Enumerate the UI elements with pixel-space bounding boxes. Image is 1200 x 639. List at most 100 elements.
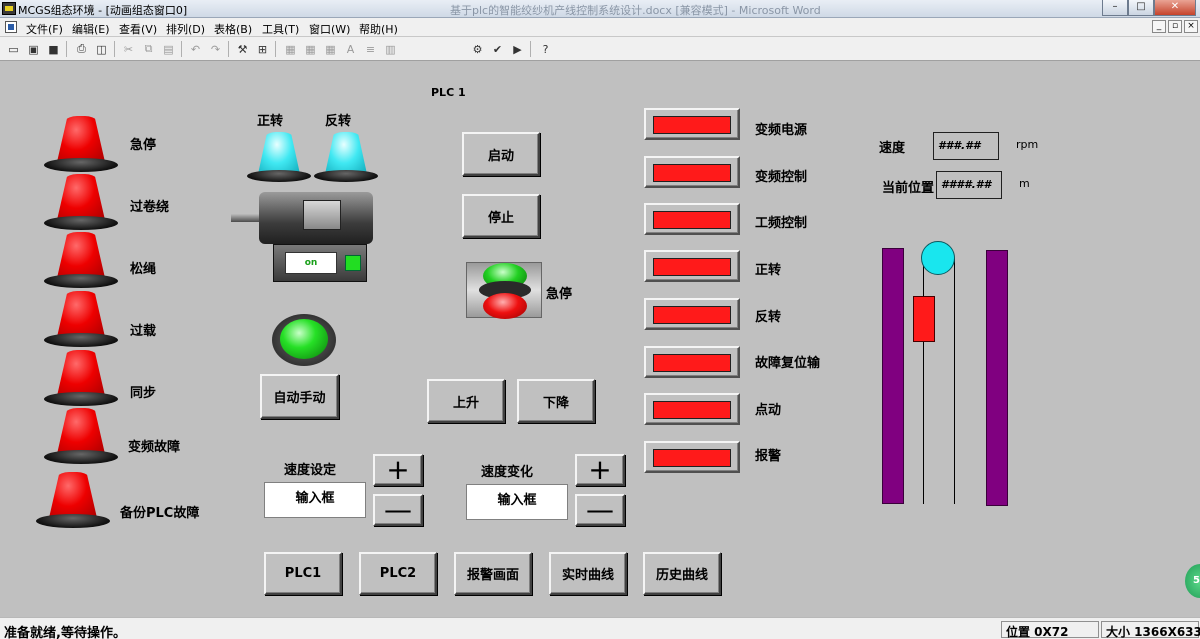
- document-icon[interactable]: [5, 21, 17, 33]
- status-bar: 准备就绪,等待操作。 位置 0X72 大小 1366X633: [0, 617, 1200, 639]
- mcgs-app-icon: [2, 2, 16, 15]
- menu-tools[interactable]: 工具(T): [262, 21, 299, 37]
- line-style-icon[interactable]: ≡: [362, 41, 379, 57]
- save-icon[interactable]: ■: [45, 41, 62, 57]
- indicator-jog: [644, 393, 740, 425]
- indicator-line-freq-control: [644, 203, 740, 235]
- close-button[interactable]: ✕: [1154, 0, 1196, 16]
- speed-change-label: 速度变化: [481, 465, 534, 480]
- undo-icon[interactable]: ↶: [187, 41, 204, 57]
- status-position: 位置 0X72: [1001, 621, 1099, 639]
- alarm-label-overwind: 过卷绕: [130, 200, 170, 215]
- indicator-label-jog: 点动: [755, 403, 782, 418]
- nav-history-curve-button[interactable]: 历史曲线: [643, 552, 721, 595]
- menu-view[interactable]: 查看(V): [119, 21, 157, 37]
- down-button[interactable]: 下降: [517, 379, 595, 423]
- alarm-lamp-vfd-fault: [44, 408, 118, 464]
- tools-icon[interactable]: ⚒: [234, 41, 251, 57]
- nav-plc2-button[interactable]: PLC2: [359, 552, 437, 595]
- indicator-reverse: [644, 298, 740, 330]
- align-left-icon[interactable]: ▦: [282, 41, 299, 57]
- help-pointer-icon[interactable]: ?: [537, 41, 554, 57]
- motor-graphic: on: [231, 192, 377, 284]
- indicator-label-reverse: 反转: [755, 310, 782, 325]
- menu-table[interactable]: 表格(B): [214, 21, 252, 37]
- align-center-icon[interactable]: ▦: [302, 41, 319, 57]
- hoist-rope-right: [954, 258, 955, 504]
- alarm-label-estop: 急停: [130, 138, 157, 153]
- mdi-close-button[interactable]: ×: [1184, 20, 1198, 33]
- speed-set-increase-button[interactable]: +: [373, 454, 423, 486]
- check-icon[interactable]: ✔: [489, 41, 506, 57]
- start-button[interactable]: 启动: [462, 132, 540, 176]
- alarm-lamp-overload: [44, 291, 118, 347]
- forward-label: 正转: [257, 114, 284, 129]
- properties-icon[interactable]: ⚙: [469, 41, 486, 57]
- mdi-restore-button[interactable]: ▫: [1168, 20, 1182, 33]
- hoist-rope-left: [923, 258, 924, 504]
- speed-unit: rpm: [1016, 138, 1039, 151]
- mdi-minimize-button[interactable]: _: [1152, 20, 1166, 33]
- minimize-button[interactable]: –: [1102, 0, 1128, 16]
- run-icon[interactable]: ▶: [509, 41, 526, 57]
- hoist-cage: [913, 296, 935, 342]
- menu-edit[interactable]: 编辑(E): [72, 21, 110, 37]
- maximize-button[interactable]: □: [1128, 0, 1154, 16]
- copy-icon[interactable]: ⧉: [140, 41, 157, 57]
- print-preview-icon[interactable]: ◫: [93, 41, 110, 57]
- alarm-label-sync: 同步: [130, 386, 157, 401]
- auto-manual-indicator: [272, 314, 336, 366]
- new-window-icon[interactable]: ▭: [5, 41, 22, 57]
- fill-icon[interactable]: ▥: [382, 41, 399, 57]
- menu-arrange[interactable]: 排列(D): [166, 21, 205, 37]
- speed-set-input[interactable]: 输入框: [264, 482, 366, 518]
- reverse-lamp: [314, 132, 378, 182]
- indicator-label-forward: 正转: [755, 263, 782, 278]
- estop-red-light: [483, 293, 527, 319]
- speed-change-increase-button[interactable]: +: [575, 454, 625, 486]
- position-unit: m: [1019, 177, 1030, 190]
- alarm-label-overload: 过载: [130, 324, 157, 339]
- indicator-fault-reset: [644, 346, 740, 378]
- up-button[interactable]: 上升: [427, 379, 505, 423]
- indicator-label-fault-reset: 故障复位输: [755, 356, 821, 371]
- speed-change-decrease-button[interactable]: —: [575, 494, 625, 526]
- nav-alarm-screen-button[interactable]: 报警画面: [454, 552, 532, 595]
- nav-plc1-button[interactable]: PLC1: [264, 552, 342, 595]
- floating-badge[interactable]: 52: [1185, 564, 1200, 598]
- title-bar[interactable]: MCGS组态环境 - [动画组态窗口0] 基于plc的智能绞纱机产线控制系统设计…: [0, 0, 1200, 18]
- font-icon[interactable]: A: [342, 41, 359, 57]
- paste-icon[interactable]: ▤: [160, 41, 177, 57]
- emergency-stop-switch[interactable]: [466, 262, 542, 319]
- speed-set-decrease-button[interactable]: —: [373, 494, 423, 526]
- speed-change-input[interactable]: 输入框: [466, 484, 568, 520]
- open-icon[interactable]: ▣: [25, 41, 42, 57]
- cut-icon[interactable]: ✂: [120, 41, 137, 57]
- window-title: MCGS组态环境 - [动画组态窗口0]: [18, 4, 188, 17]
- indicator-label-alarm: 报警: [755, 449, 782, 464]
- animation-canvas: PLC 1 急停 过卷绕 松绳 过载 同步 变频故障 备份PLC故障 正转 反转…: [0, 62, 1200, 617]
- align-right-icon[interactable]: ▦: [322, 41, 339, 57]
- toolbar: ▭ ▣ ■ ⎙ ◫ ✂ ⧉ ▤ ↶ ↷ ⚒ ⊞ ▦ ▦ ▦ A ≡ ▥ ⚙ ✔ …: [0, 37, 1200, 61]
- alarm-label-slack: 松绳: [130, 262, 157, 277]
- position-value-display: ####.##: [936, 171, 1002, 199]
- speed-label: 速度: [879, 141, 906, 156]
- print-icon[interactable]: ⎙: [73, 41, 90, 57]
- menu-bar: 文件(F) 编辑(E) 查看(V) 排列(D) 表格(B) 工具(T) 窗口(W…: [0, 18, 1200, 37]
- shaft-column-left: [882, 248, 904, 504]
- auto-manual-button[interactable]: 自动手动: [260, 374, 339, 419]
- indicator-vfd-control: [644, 156, 740, 188]
- layout-icon[interactable]: ⊞: [254, 41, 271, 57]
- alarm-lamp-backup-plc-fault: [36, 472, 110, 528]
- plc-title: PLC 1: [431, 86, 466, 99]
- alarm-lamp-slack: [44, 232, 118, 288]
- alarm-lamp-sync: [44, 350, 118, 406]
- alarm-label-vfd-fault: 变频故障: [128, 440, 181, 455]
- stop-button[interactable]: 停止: [462, 194, 540, 238]
- menu-file[interactable]: 文件(F): [26, 21, 63, 37]
- menu-help[interactable]: 帮助(H): [359, 21, 398, 37]
- menu-window[interactable]: 窗口(W): [309, 21, 350, 37]
- nav-realtime-curve-button[interactable]: 实时曲线: [549, 552, 627, 595]
- alarm-label-backup-plc-fault: 备份PLC故障: [120, 506, 200, 521]
- redo-icon[interactable]: ↷: [207, 41, 224, 57]
